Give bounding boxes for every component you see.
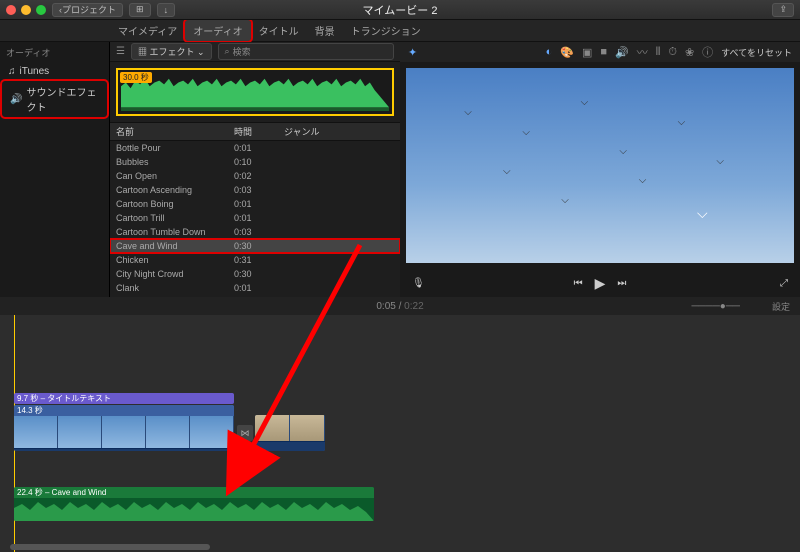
column-name[interactable]: 名前	[110, 123, 230, 140]
media-tabs: マイメディア オーディオ タイトル 背景 トランジション	[0, 20, 800, 42]
browser-panel: ☰ ▦ エフェクト ⌄ ⌕ 検索 30.0 秒 名前 時間 ジャンル Bottl…	[110, 42, 400, 297]
table-row[interactable]: Bottle Pour0:01	[110, 141, 400, 155]
noise-icon[interactable]: 〰	[637, 44, 648, 60]
tab-my-media[interactable]: マイメディア	[110, 20, 185, 41]
zoom-button[interactable]	[36, 5, 46, 15]
table-row[interactable]: Cartoon Boing0:01	[110, 197, 400, 211]
sidebar-item-sound-effects[interactable]: 🔊 サウンドエフェクト	[2, 81, 107, 117]
color-balance-icon[interactable]: ◐	[546, 46, 553, 58]
next-button[interactable]: ⏭	[617, 278, 626, 289]
download-button[interactable]: ↓	[157, 3, 176, 17]
table-row[interactable]: Clank0:01	[110, 281, 400, 295]
play-button[interactable]: ▶	[595, 275, 606, 292]
table-row[interactable]: Bubbles0:10	[110, 155, 400, 169]
table-row[interactable]: Cartoon Trill0:01	[110, 211, 400, 225]
audio-table: Bottle Pour0:01Bubbles0:10Can Open0:02Ca…	[110, 141, 400, 297]
timeline-tracks[interactable]: 9.7 秒 – タイトルテキスト 14.3 秒 ⋈ 22.4 秒 – Cave …	[0, 315, 800, 552]
prev-button[interactable]: ⏮	[574, 278, 583, 289]
microphone-icon[interactable]: 🎙	[412, 278, 425, 289]
equalizer-icon[interactable]: ⫴	[656, 46, 661, 59]
fullscreen-icon[interactable]: ⤢	[780, 278, 788, 289]
window-title: マイムービー 2	[363, 2, 438, 18]
table-row[interactable]: Cartoon Ascending0:03	[110, 183, 400, 197]
filter-icon[interactable]: ❀	[685, 46, 694, 59]
video-clip-2[interactable]	[255, 415, 325, 451]
search-input[interactable]: ⌕ 検索	[218, 43, 394, 60]
info-icon[interactable]: ⓘ	[702, 44, 713, 60]
titlebar: ‹ プロジェクト ⊞ ↓ マイムービー 2 ⇪	[0, 0, 800, 20]
video-clip-1[interactable]: 14.3 秒	[14, 405, 234, 451]
tab-titles[interactable]: タイトル	[251, 20, 307, 41]
search-icon: ⌕	[225, 46, 230, 57]
close-button[interactable]	[6, 5, 16, 15]
column-genre[interactable]: ジャンル	[280, 123, 400, 140]
table-row[interactable]: Cartoon Tumble Down0:03	[110, 225, 400, 239]
horizontal-scrollbar[interactable]	[10, 544, 210, 550]
minimize-button[interactable]	[21, 5, 31, 15]
window-controls	[6, 5, 46, 15]
timeline-info-bar: 0:05 / 0:22 ────●── 設定	[0, 297, 800, 315]
stabilize-icon[interactable]: ■	[600, 46, 607, 58]
music-icon: ♫	[8, 66, 16, 77]
color-correction-icon[interactable]: 🎨	[560, 46, 574, 59]
table-row[interactable]: Chicken0:31	[110, 253, 400, 267]
column-time[interactable]: 時間	[230, 123, 280, 140]
playback-controls: 🎙 ⏮ ▶ ⏭ ⤢	[400, 269, 800, 297]
audio-clip[interactable]: 22.4 秒 – Cave and Wind	[14, 487, 374, 521]
duration-badge: 30.0 秒	[120, 72, 152, 83]
tab-audio[interactable]: オーディオ	[185, 20, 250, 41]
audio-sidebar: オーディオ ♫ iTunes 🔊 サウンドエフェクト	[0, 42, 110, 297]
table-row[interactable]: City Night Crowd0:30	[110, 267, 400, 281]
tab-backgrounds[interactable]: 背景	[307, 20, 343, 41]
preview-panel: ✦ ◐ 🎨 ▣ ■ 🔊 〰 ⫴ ⏱ ❀ ⓘ すべてをリセット ⌵ ⌵ ⌵ ⌵ ⌵…	[400, 42, 800, 297]
timeline-settings-button[interactable]: 設定	[772, 300, 790, 313]
sidebar-header: オーディオ	[0, 42, 109, 63]
magic-wand-icon[interactable]: ✦	[408, 46, 417, 59]
playhead-time: 0:05 / 0:22	[376, 301, 423, 312]
list-view-icon[interactable]: ☰	[116, 46, 125, 57]
zoom-slider[interactable]: ────●──	[691, 301, 740, 312]
import-button[interactable]: ⊞	[129, 3, 151, 17]
title-clip[interactable]: 9.7 秒 – タイトルテキスト	[14, 393, 234, 404]
volume-icon[interactable]: 🔊	[615, 46, 629, 59]
table-row[interactable]: Cave and Wind0:30	[110, 239, 400, 253]
crop-icon[interactable]: ▣	[582, 46, 592, 59]
speed-icon[interactable]: ⏱	[668, 46, 677, 59]
timeline: 0:05 / 0:22 ────●── 設定 9.7 秒 – タイトルテキスト …	[0, 297, 800, 552]
preview-toolbar: ✦ ◐ 🎨 ▣ ■ 🔊 〰 ⫴ ⏱ ❀ ⓘ すべてをリセット	[400, 42, 800, 62]
share-button[interactable]: ⇪	[772, 3, 794, 17]
speaker-icon: 🔊	[10, 94, 22, 105]
reset-all-button[interactable]: すべてをリセット	[721, 46, 792, 59]
tab-transitions[interactable]: トランジション	[343, 20, 429, 41]
table-header: 名前 時間 ジャンル	[110, 122, 400, 141]
video-preview[interactable]: ⌵ ⌵ ⌵ ⌵ ⌵ ⌵ ⌵ ⌵ ⌵ ⌵	[406, 68, 794, 263]
transition-icon[interactable]: ⋈	[237, 425, 253, 441]
table-row[interactable]: Can Open0:02	[110, 169, 400, 183]
audio-preview-waveform[interactable]: 30.0 秒	[116, 68, 394, 116]
effects-filter-dropdown[interactable]: ▦ エフェクト ⌄	[131, 43, 212, 60]
back-button[interactable]: ‹ プロジェクト	[52, 3, 123, 17]
sidebar-item-itunes[interactable]: ♫ iTunes	[0, 63, 109, 80]
